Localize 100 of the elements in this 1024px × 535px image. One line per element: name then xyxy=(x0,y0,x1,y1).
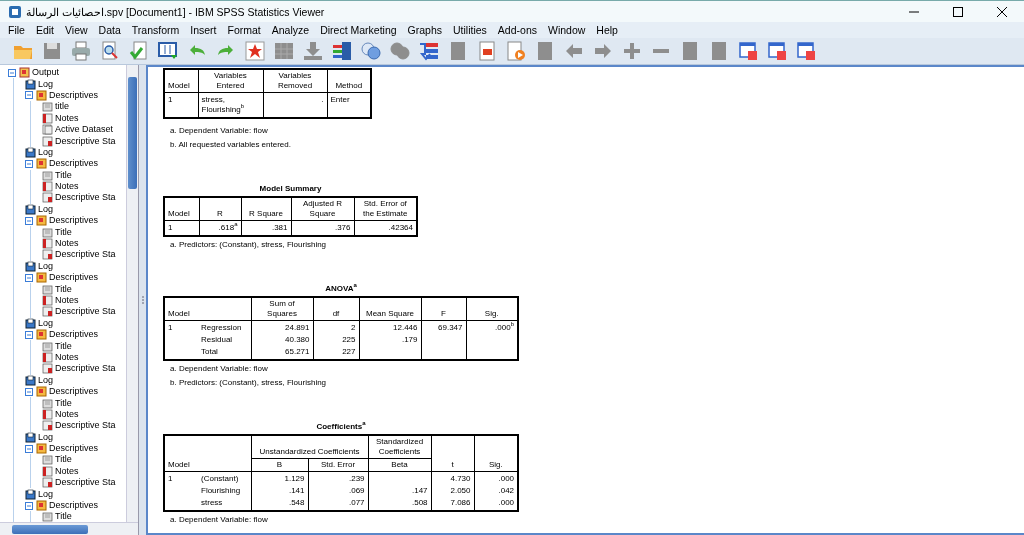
window-icon[interactable] xyxy=(794,40,817,62)
tree-item[interactable]: Title xyxy=(55,169,72,181)
printer-icon[interactable] xyxy=(69,40,92,62)
tree-item[interactable]: Notes xyxy=(55,295,79,306)
menu-item[interactable]: File xyxy=(4,24,32,36)
tree-item[interactable]: Log xyxy=(38,203,54,215)
tree-item[interactable]: Log xyxy=(38,78,54,90)
document-icon xyxy=(42,283,53,295)
footnote: a. Dependent Variable: flow xyxy=(170,363,269,375)
tree-item[interactable]: Descriptives xyxy=(49,215,98,227)
tree-item[interactable]: Notes xyxy=(55,351,79,363)
menu-item[interactable]: Format xyxy=(223,24,268,36)
table-icon xyxy=(42,135,53,147)
collapse-toggle-icon[interactable] xyxy=(25,444,33,453)
menu-item[interactable]: Analyze xyxy=(267,24,317,36)
menu-item[interactable]: Transform xyxy=(127,24,187,36)
tree-item[interactable]: Descriptives xyxy=(49,329,98,341)
tree-item[interactable]: Notes xyxy=(55,408,79,420)
column-header: Std. Error xyxy=(308,458,369,472)
tree-item[interactable]: Descriptive Sta xyxy=(55,363,116,375)
table-cell: .548 xyxy=(251,497,308,511)
tree-item[interactable]: Descriptive Sta xyxy=(55,192,116,204)
document-icon xyxy=(42,295,53,306)
menu-item[interactable]: Edit xyxy=(31,24,61,36)
tree-item[interactable]: Title xyxy=(55,226,72,238)
tree-item[interactable]: Notes xyxy=(55,465,79,477)
scrollbar[interactable] xyxy=(0,522,138,535)
tree-item[interactable]: Descriptives xyxy=(49,386,98,398)
footnote: b. All requested variables entered. xyxy=(170,139,292,151)
document-icon xyxy=(42,397,53,409)
tree-item[interactable]: Notes xyxy=(55,112,79,124)
tree-item[interactable]: Log xyxy=(38,431,54,443)
collapse-toggle-icon[interactable] xyxy=(25,273,33,282)
tree-item[interactable]: Descriptives xyxy=(49,89,98,101)
tree-item[interactable]: Descriptives xyxy=(49,158,98,170)
menu-item[interactable]: Insert xyxy=(186,24,224,36)
collapse-toggle-icon[interactable] xyxy=(25,216,33,225)
menu-item[interactable]: Add-ons xyxy=(493,24,544,36)
collapse-toggle-icon[interactable] xyxy=(25,91,33,100)
tree-item[interactable]: title xyxy=(55,101,69,113)
tree-item[interactable]: Log xyxy=(38,374,54,386)
tree-item[interactable]: Title xyxy=(55,283,72,295)
table-title: Model Summary xyxy=(258,184,323,193)
tree-item[interactable]: Descriptives xyxy=(49,272,98,284)
tree-item[interactable]: Descriptives xyxy=(49,443,98,455)
collapse-toggle-icon[interactable] xyxy=(25,330,33,339)
tree-item[interactable]: Notes xyxy=(55,181,79,193)
footnote: a. Predictors: (Constant), stress, Flourishing xyxy=(170,239,328,251)
tree-item[interactable]: Title xyxy=(55,454,72,466)
notebook-icon xyxy=(25,317,36,329)
menu-item[interactable]: Help xyxy=(592,24,625,36)
menu-item[interactable]: Graphs xyxy=(403,24,449,36)
variable-bars-icon[interactable] xyxy=(330,40,353,62)
tree-item[interactable]: Descriptives xyxy=(49,500,98,512)
column-header: B xyxy=(251,458,308,472)
tree-item[interactable]: Notes xyxy=(55,238,79,250)
splitter-grip-icon[interactable] xyxy=(141,296,144,304)
tree-item[interactable]: Title xyxy=(55,340,72,352)
collapse-toggle-icon[interactable] xyxy=(25,387,33,396)
footnote: b. Predictors: (Constant), stress, Flourishing xyxy=(170,377,328,389)
document-arrow-icon[interactable] xyxy=(127,40,150,62)
column-header: Standardized Coefficients xyxy=(368,435,432,459)
window-icon[interactable] xyxy=(736,40,759,62)
tree-item[interactable]: Log xyxy=(38,317,54,329)
star-chart-icon[interactable] xyxy=(243,40,266,62)
tree-item[interactable]: Log xyxy=(38,488,54,500)
collapse-toggle-icon[interactable] xyxy=(25,159,33,168)
collapse-toggle-icon[interactable] xyxy=(25,501,33,510)
circles-icon[interactable] xyxy=(359,40,382,62)
tree-item[interactable]: Log xyxy=(38,146,54,158)
menu-item[interactable]: View xyxy=(61,24,95,36)
table-cell: 227 xyxy=(313,346,359,360)
table-cell: .069 xyxy=(308,485,369,497)
column-header: R Square xyxy=(241,197,291,221)
column-header: Model xyxy=(164,69,198,93)
document-icon xyxy=(42,112,53,124)
collapse-toggle-icon[interactable] xyxy=(8,68,16,77)
tree-item[interactable]: Descriptive Sta xyxy=(55,249,116,261)
tree-item[interactable]: Output xyxy=(32,67,60,79)
tree-item[interactable]: Active Dataset xyxy=(55,124,114,136)
filter-icon[interactable] xyxy=(417,40,440,62)
menu-item[interactable]: Data xyxy=(94,24,128,36)
book-icon xyxy=(19,67,30,79)
script-icon[interactable] xyxy=(504,40,527,62)
book-icon xyxy=(36,158,47,170)
menu-item[interactable]: Utilities xyxy=(449,24,494,36)
tree-item[interactable]: Descriptive Sta xyxy=(55,306,116,318)
tree-item[interactable]: Log xyxy=(38,260,54,272)
tree-item[interactable]: Descriptive Sta xyxy=(55,420,116,432)
tree-item[interactable]: Title xyxy=(55,397,72,409)
menu-item[interactable]: Window xyxy=(543,24,593,36)
book-icon xyxy=(36,272,47,284)
window-icon[interactable] xyxy=(765,40,788,62)
menu-item[interactable]: Direct Marketing xyxy=(316,24,404,36)
document-icon xyxy=(42,408,53,420)
tree-item[interactable]: Descriptive Sta xyxy=(55,135,116,147)
tree-item[interactable]: Descriptive Sta xyxy=(55,477,116,489)
tree-item[interactable]: Title xyxy=(55,511,72,522)
scrollbar[interactable] xyxy=(126,65,138,522)
footnote: a. Dependent Variable: flow xyxy=(170,125,269,137)
